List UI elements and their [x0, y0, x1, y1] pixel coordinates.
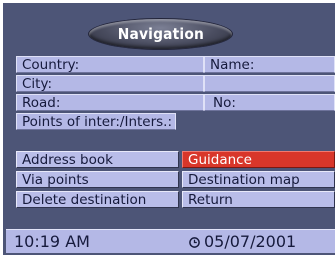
destination-map-button[interactable]: Destination map — [182, 171, 335, 188]
points-of-interest-field[interactable]: Points of inter:/Inters.: — [16, 113, 176, 130]
date-text: 05/07/2001 — [204, 232, 297, 251]
via-points-button[interactable]: Via points — [16, 171, 179, 188]
city-value-field[interactable] — [204, 75, 335, 92]
clock-icon — [189, 237, 200, 248]
status-bar: 10:19 AM 05/07/2001 — [6, 229, 335, 253]
clock-time: 10:19 AM — [14, 232, 90, 251]
delete-destination-button[interactable]: Delete destination — [16, 191, 179, 208]
guidance-button[interactable]: Guidance — [182, 151, 335, 168]
house-number-field[interactable]: No: — [204, 94, 335, 111]
title-banner: Navigation — [89, 19, 232, 49]
city-field[interactable]: City: — [16, 75, 204, 92]
date-display: 05/07/2001 — [189, 232, 296, 251]
page-title: Navigation — [117, 25, 204, 43]
country-field[interactable]: Country: — [16, 56, 204, 73]
name-field[interactable]: Name: — [204, 56, 335, 73]
navigation-screen: Navigation Country: Name: City: Road: No… — [3, 3, 335, 255]
address-book-button[interactable]: Address book — [16, 151, 179, 168]
road-field[interactable]: Road: — [16, 94, 204, 111]
return-button[interactable]: Return — [182, 191, 335, 208]
